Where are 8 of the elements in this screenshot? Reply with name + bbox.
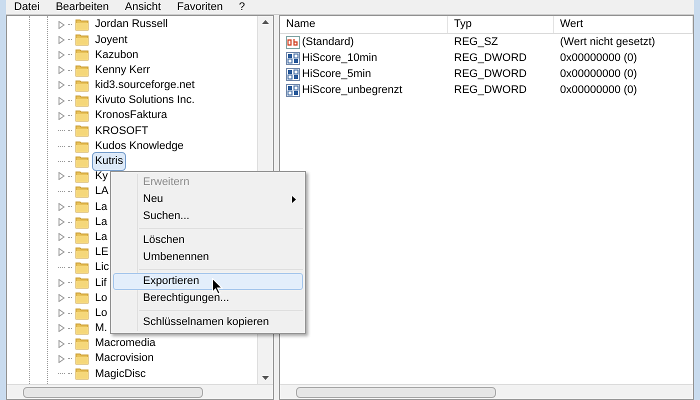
value-type: REG_DWORD — [454, 52, 527, 64]
value-type: REG_DWORD — [454, 84, 527, 96]
value-data: 0x00000000 (0) — [560, 52, 638, 64]
value-type: REG_DWORD — [454, 68, 527, 80]
value-data: 0x00000000 (0) — [560, 68, 638, 80]
value-data: (Wert nicht gesetzt) — [560, 36, 656, 48]
value-type: REG_SZ — [454, 36, 498, 48]
value-data: 0x00000000 (0) — [560, 84, 638, 96]
